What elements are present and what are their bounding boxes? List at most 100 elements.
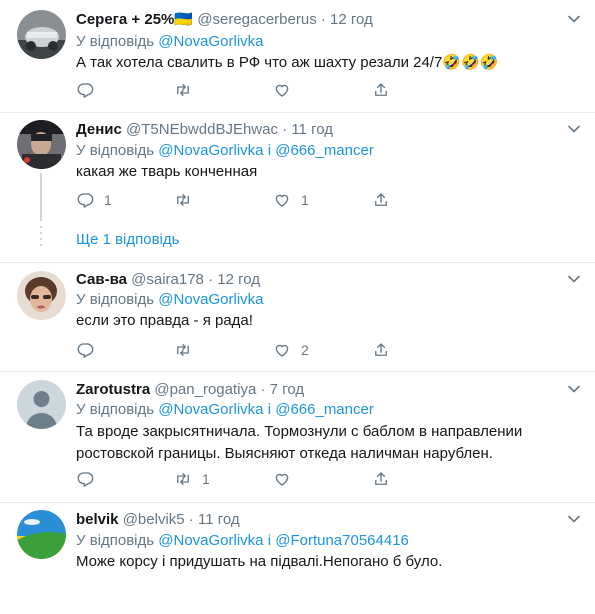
tweet-text: Може корсу і придушать на підвалі.Непога… [76, 553, 443, 570]
timestamp[interactable]: 12 год [330, 11, 373, 28]
tweet-text: Та вроде закрысятничала. Тормознули с ба… [76, 423, 523, 462]
mention-link[interactable]: @Fortuna70564416 [275, 532, 409, 549]
tweet-text: если это правда - я рада! [76, 312, 253, 329]
like-button[interactable] [273, 469, 301, 489]
tweet-actions [76, 80, 396, 100]
reply-context: У відповідь @NovaGorlivka [76, 33, 264, 50]
tweet-header: Денис @T5NEbwddBJEhwac · 11 год [76, 120, 333, 140]
tweet-text: какая же тварь конченная [76, 163, 258, 180]
user-handle[interactable]: @seregacerberus [197, 11, 316, 28]
display-name[interactable]: Денис [76, 121, 122, 138]
tweet[interactable]: belvik @belvik5 · 11 год У відповідь @No… [0, 503, 595, 614]
heart-icon [275, 344, 289, 357]
reply-button[interactable]: 1 [76, 190, 112, 210]
reply-count: 1 [104, 192, 112, 208]
tweet-actions: 1 [76, 469, 396, 489]
share-icon [375, 83, 387, 96]
display-name[interactable]: belvik [76, 511, 119, 528]
retweet-count: 1 [202, 471, 210, 487]
share-button[interactable] [372, 469, 390, 489]
heart-icon [275, 473, 289, 486]
like-count: 2 [301, 342, 309, 358]
timestamp[interactable]: 7 год [270, 381, 304, 398]
avatar[interactable] [17, 510, 66, 559]
share-icon [375, 472, 387, 485]
timestamp[interactable]: 12 год [217, 271, 260, 288]
tweet-header: Zarotustra @pan_rogatiya · 7 год [76, 380, 304, 400]
tweet[interactable]: Сав-ва @saira178 · 12 год У відповідь @N… [0, 263, 595, 371]
reply-context: У відповідь @NovaGorlivka і @666_mancer [76, 401, 374, 418]
thread-line [40, 173, 42, 221]
like-button[interactable] [273, 80, 301, 100]
tweet-header: Серега + 25%🇺🇦 @seregacerberus · 12 год [76, 10, 373, 30]
tweet[interactable]: Денис @T5NEbwddBJEhwac · 11 год У відпов… [0, 113, 595, 263]
avatar[interactable] [17, 120, 66, 169]
share-button[interactable] [372, 340, 390, 360]
avatar[interactable] [17, 10, 66, 59]
tweet[interactable]: Серега + 25%🇺🇦 @seregacerberus · 12 год … [0, 0, 595, 112]
retweet-button[interactable] [174, 340, 202, 360]
mention-link[interactable]: @NovaGorlivka [158, 291, 263, 308]
tweet-text: А так хотела свалить в РФ что аж шахту р… [76, 54, 499, 71]
reply-icon [77, 472, 94, 487]
share-icon [375, 193, 387, 206]
display-name[interactable]: Zarotustra [76, 381, 150, 398]
reply-icon [77, 343, 94, 358]
separator-dot: · [282, 121, 288, 138]
separator-dot: · [320, 11, 326, 28]
retweet-button[interactable] [174, 190, 202, 210]
separator-dot: · [260, 381, 266, 398]
share-icon [375, 343, 387, 356]
tweet-actions: 2 [76, 340, 396, 360]
like-button[interactable]: 2 [273, 340, 309, 360]
share-button[interactable] [372, 190, 390, 210]
retweet-icon [177, 194, 189, 206]
share-button[interactable] [372, 80, 390, 100]
reply-button[interactable] [76, 469, 104, 489]
reply-icon [77, 83, 94, 98]
mention-link[interactable]: @666_mancer [275, 401, 374, 418]
tweet[interactable]: Zarotustra @pan_rogatiya · 7 год У відпо… [0, 372, 595, 502]
retweet-button[interactable]: 1 [174, 469, 210, 489]
chevron-down-icon[interactable] [567, 12, 581, 26]
like-button[interactable]: 1 [273, 190, 309, 210]
tweet-header: belvik @belvik5 · 11 год [76, 510, 240, 530]
user-handle[interactable]: @belvik5 [123, 511, 185, 528]
retweet-icon [177, 344, 189, 356]
chevron-down-icon[interactable] [567, 272, 581, 286]
retweet-icon [177, 473, 189, 485]
chevron-down-icon[interactable] [567, 382, 581, 396]
reply-button[interactable] [76, 80, 104, 100]
tweet-header: Сав-ва @saira178 · 12 год [76, 270, 260, 290]
heart-icon [275, 84, 289, 97]
reply-context: У відповідь @NovaGorlivka [76, 291, 264, 308]
timestamp[interactable]: 11 год [198, 511, 240, 528]
user-handle[interactable]: @T5NEbwddBJEhwac [126, 121, 278, 138]
like-count: 1 [301, 192, 309, 208]
mention-link[interactable]: @NovaGorlivka [158, 142, 263, 159]
ukraine-flag-icon: 🇺🇦 [174, 11, 194, 28]
mention-link[interactable]: @666_mancer [275, 142, 374, 159]
chevron-down-icon[interactable] [567, 122, 581, 136]
chevron-down-icon[interactable] [567, 512, 581, 526]
thread-dots [40, 226, 42, 250]
reply-context: У відповідь @NovaGorlivka і @666_mancer [76, 142, 374, 159]
reply-icon [77, 193, 94, 208]
user-handle[interactable]: @pan_rogatiya [154, 381, 256, 398]
mention-link[interactable]: @NovaGorlivka [158, 532, 263, 549]
timestamp[interactable]: 11 год [291, 121, 333, 138]
show-more-replies-link[interactable]: Ще 1 відповідь [76, 231, 179, 248]
reply-button[interactable] [76, 340, 104, 360]
default-avatar[interactable] [17, 380, 66, 429]
separator-dot: · [208, 271, 214, 288]
mention-link[interactable]: @NovaGorlivka [158, 33, 263, 50]
retweet-icon [177, 84, 189, 96]
heart-icon [275, 194, 289, 207]
retweet-button[interactable] [174, 80, 202, 100]
display-name[interactable]: Серега + 25% [76, 11, 174, 28]
mention-link[interactable]: @NovaGorlivka [158, 401, 263, 418]
avatar[interactable] [17, 271, 66, 320]
display-name[interactable]: Сав-ва [76, 271, 127, 288]
user-handle[interactable]: @saira178 [131, 271, 204, 288]
tweet-actions: 1 1 [76, 190, 396, 210]
